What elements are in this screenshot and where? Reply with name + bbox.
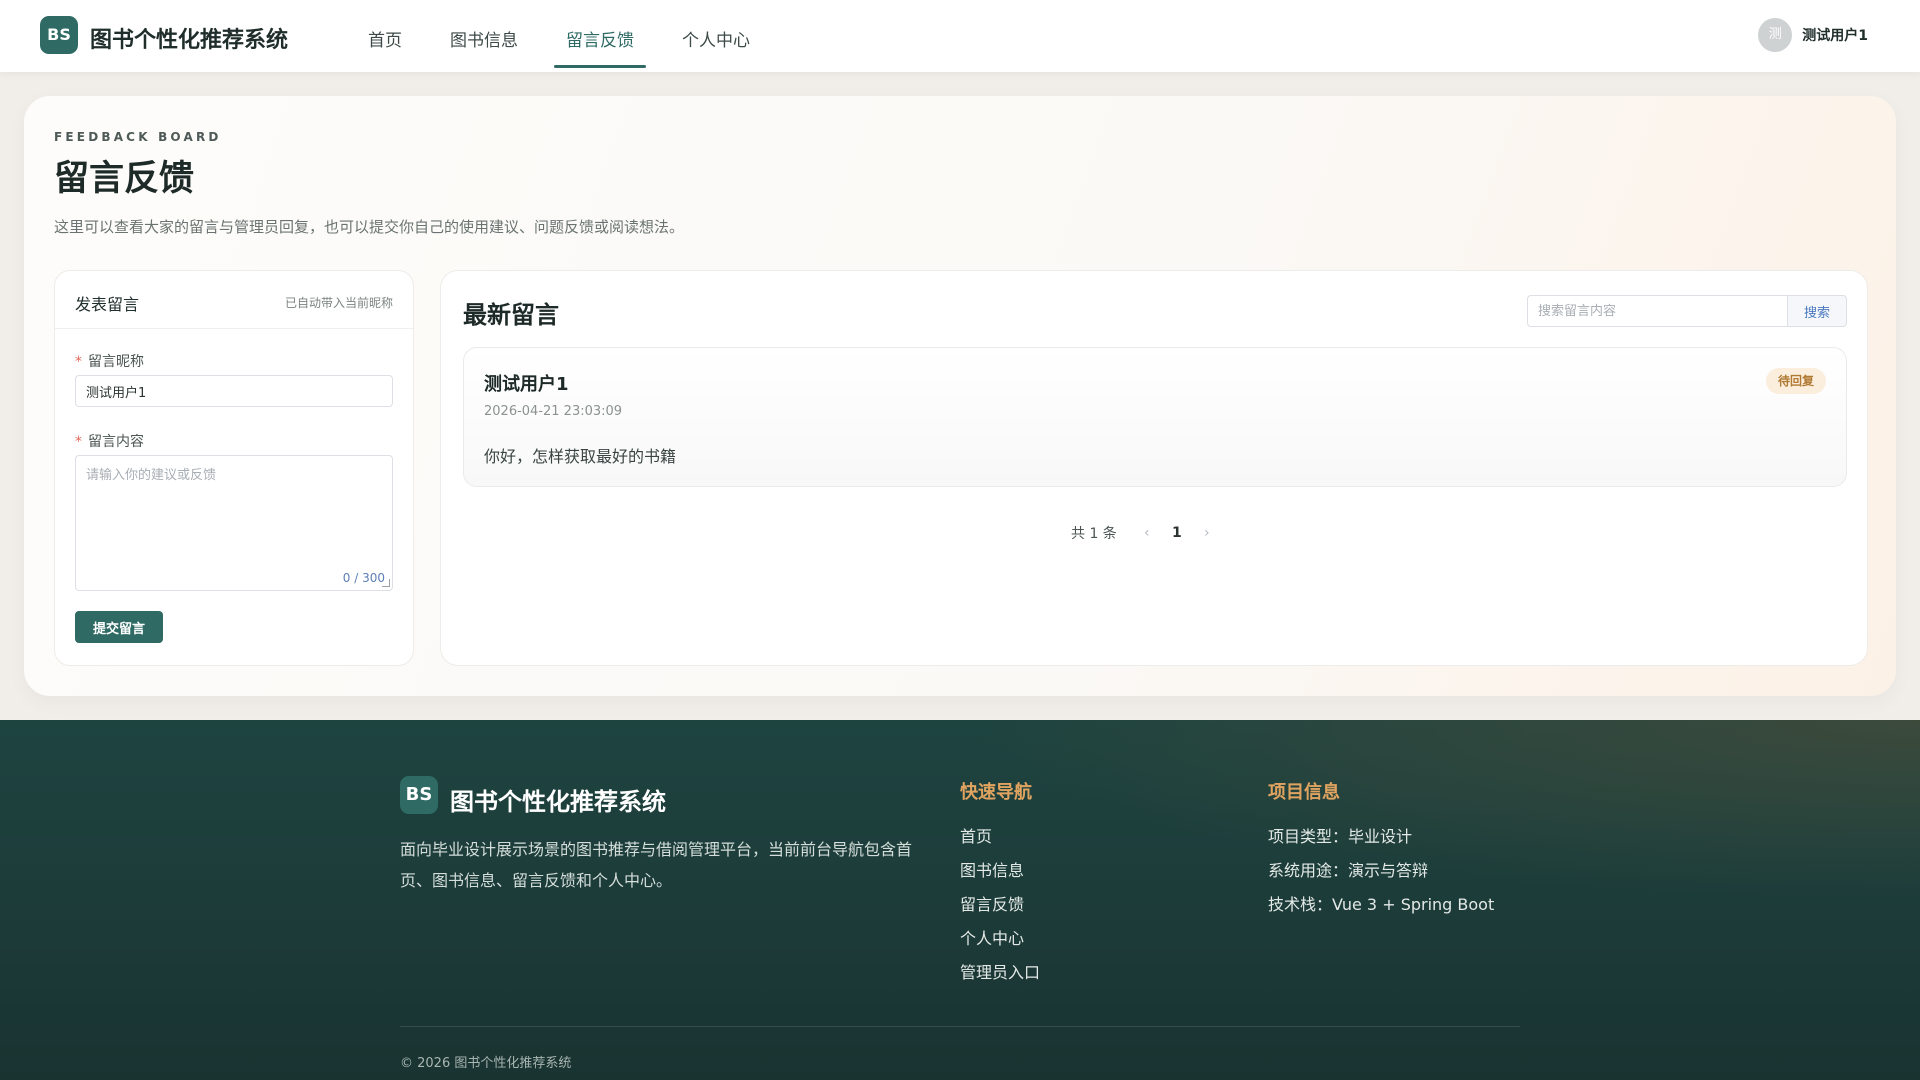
submit-message-button[interactable]: 提交留言 — [75, 611, 163, 643]
page-number[interactable]: 1 — [1163, 525, 1191, 541]
page-eyebrow: FEEDBACK BOARD — [54, 130, 222, 144]
nav-item-feedback[interactable]: 留言反馈 — [542, 0, 658, 72]
footer-quick-nav-title: 快速导航 — [960, 782, 1032, 803]
message-list-panel: 最新留言 搜索 测试用户1 2026-04-21 23:03:09 你好，怎样获… — [440, 270, 1868, 666]
footer-info-item: 项目类型：毕业设计 — [1268, 827, 1413, 846]
pagination: 共 1 条 ‹ 1 › — [1071, 521, 1217, 545]
nav-item-profile[interactable]: 个人中心 — [658, 0, 774, 72]
chevron-right-icon[interactable]: › — [1197, 525, 1217, 541]
nickname-label: * 留言昵称 — [75, 351, 144, 371]
form-title: 发表留言 — [75, 295, 140, 314]
brand-title[interactable]: 图书个性化推荐系统 — [90, 22, 288, 54]
nickname-field[interactable] — [75, 375, 393, 407]
content-label-text: 留言内容 — [88, 434, 144, 450]
page-description: 这里可以查看大家的留言与管理员回复，也可以提交你自己的使用建议、问题反馈或阅读想… — [54, 218, 685, 236]
nav-item-books[interactable]: 图书信息 — [426, 0, 542, 72]
list-title: 最新留言 — [463, 301, 559, 329]
footer-brand: 图书个性化推荐系统 — [450, 788, 666, 816]
pagination-total: 共 1 条 — [1071, 526, 1117, 542]
footer-link-admin[interactable]: 管理员入口 — [960, 956, 1040, 990]
search-button[interactable]: 搜索 — [1787, 295, 1847, 327]
user-menu[interactable]: 测 测试用户1 — [1758, 18, 1868, 52]
footer-description: 面向毕业设计展示场景的图书推荐与借阅管理平台，当前前台导航包含首页、图书信息、留… — [400, 840, 913, 890]
page-title: 留言反馈 — [54, 159, 195, 199]
post-message-panel: 发表留言 已自动带入当前昵称 * 留言昵称 * 留言内容 0 / 300 提交留言 — [54, 270, 414, 666]
message-card: 测试用户1 2026-04-21 23:03:09 你好，怎样获取最好的书籍 待… — [463, 347, 1847, 487]
footer-project-info: 项目类型：毕业设计 系统用途：演示与答辩 技术栈：Vue 3 + Spring … — [1268, 820, 1494, 922]
footer-link-feedback[interactable]: 留言反馈 — [960, 888, 1040, 922]
footer-project-info-title: 项目信息 — [1268, 782, 1340, 803]
user-name[interactable]: 测试用户1 — [1802, 25, 1868, 45]
avatar[interactable]: 测 — [1758, 18, 1793, 52]
search-input[interactable] — [1527, 295, 1787, 327]
footer-info-item: 系统用途：演示与答辩 — [1268, 861, 1429, 880]
form-header: 发表留言 已自动带入当前昵称 — [55, 271, 413, 329]
message-time: 2026-04-21 23:03:09 — [484, 404, 623, 419]
message-content: 你好，怎样获取最好的书籍 — [484, 447, 677, 466]
footer-copyright: © 2026 图书个性化推荐系统 — [400, 1056, 572, 1071]
footer-info-item: 技术栈：Vue 3 + Spring Boot — [1268, 895, 1495, 914]
nickname-label-text: 留言昵称 — [88, 354, 144, 370]
main-nav: 首页 图书信息 留言反馈 个人中心 — [344, 0, 774, 72]
content-label: * 留言内容 — [75, 431, 144, 451]
footer-link-books[interactable]: 图书信息 — [960, 854, 1040, 888]
top-header: BS 图书个性化推荐系统 首页 图书信息 留言反馈 个人中心 测 测试用户1 — [0, 0, 1920, 72]
message-user: 测试用户1 — [484, 374, 569, 395]
footer-logo-badge: BS — [400, 776, 438, 814]
footer-quick-nav: 首页 图书信息 留言反馈 个人中心 管理员入口 — [960, 820, 1040, 990]
required-mark: * — [75, 354, 82, 370]
resize-handle-icon[interactable] — [382, 579, 390, 587]
required-mark: * — [75, 434, 82, 450]
site-footer: BS 图书个性化推荐系统 面向毕业设计展示场景的图书推荐与借阅管理平台，当前前台… — [0, 720, 1920, 1080]
logo-badge[interactable]: BS — [40, 16, 78, 54]
form-note: 已自动带入当前昵称 — [284, 296, 393, 310]
status-badge: 待回复 — [1765, 368, 1826, 394]
char-counter: 0 / 300 — [342, 571, 385, 585]
feedback-board-card: FEEDBACK BOARD 留言反馈 这里可以查看大家的留言与管理员回复，也可… — [24, 96, 1896, 696]
footer-link-profile[interactable]: 个人中心 — [960, 922, 1040, 956]
footer-divider — [400, 1026, 1520, 1027]
nav-item-home[interactable]: 首页 — [344, 0, 426, 72]
footer-link-home[interactable]: 首页 — [960, 820, 1040, 854]
chevron-left-icon[interactable]: ‹ — [1137, 525, 1157, 541]
